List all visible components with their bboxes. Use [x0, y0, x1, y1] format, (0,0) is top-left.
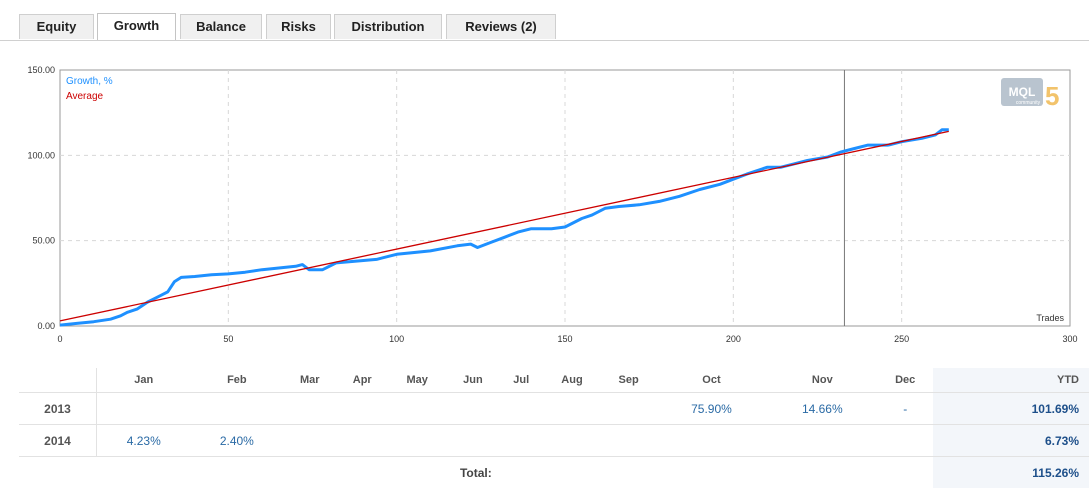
month-header: Jun [446, 368, 500, 393]
y-tick-label: 0.00 [37, 321, 55, 331]
y-tick-label: 100.00 [27, 150, 55, 160]
tab-reviews[interactable]: Reviews (2) [446, 14, 556, 39]
tab-distribution[interactable]: Distribution [334, 14, 442, 39]
month-value [96, 392, 191, 425]
table-header-row: Jan Feb Mar Apr May Jun Jul Aug Sep Oct … [19, 368, 1089, 393]
month-header: May [388, 368, 447, 393]
ytd-value: 101.69% [932, 392, 1089, 425]
month-header: Apr [336, 368, 389, 393]
month-value [336, 424, 389, 457]
month-value [877, 424, 933, 457]
x-axis-label: Trades [1036, 313, 1064, 323]
month-header: Dec [877, 368, 933, 393]
legend-growth: Growth, % [66, 76, 113, 87]
svg-text:MQL: MQL [1009, 85, 1036, 99]
x-tick-label: 50 [223, 334, 233, 344]
tab-balance[interactable]: Balance [180, 14, 262, 39]
x-tick-label: 100 [389, 334, 404, 344]
monthly-growth-table: Jan Feb Mar Apr May Jun Jul Aug Sep Oct … [19, 368, 1089, 488]
month-header: Oct [656, 368, 767, 393]
year-cell: 2014 [19, 424, 97, 457]
tab-equity[interactable]: Equity [19, 14, 94, 39]
tab-risks[interactable]: Risks [266, 14, 331, 39]
total-value: 115.26% [932, 456, 1089, 488]
x-tick-label: 150 [557, 334, 572, 344]
month-header: Sep [601, 368, 657, 393]
legend-average: Average [66, 91, 104, 102]
year-cell: 2013 [19, 392, 97, 425]
ytd-value: 6.73% [932, 424, 1089, 457]
y-axis-ticks: 0.00 50.00 100.00 150.00 [27, 65, 55, 331]
x-tick-label: 200 [726, 334, 741, 344]
month-value: 2.40% [190, 424, 284, 457]
growth-chart: 0 50 100 150 200 250 300 0.00 50.00 100.00 150.00… [27, 65, 1077, 344]
y-tick-label: 50.00 [32, 236, 55, 246]
month-value: 4.23% [96, 424, 191, 457]
x-axis-ticks: 0 50 100 150 200 250 300 [57, 334, 1077, 344]
x-tick-label: 300 [1062, 334, 1077, 344]
month-value [336, 392, 389, 425]
month-value [446, 392, 500, 425]
month-value [283, 392, 337, 425]
svg-text:community: community [1016, 100, 1041, 106]
month-value [499, 424, 543, 457]
month-value: - [877, 392, 933, 425]
month-value [542, 392, 602, 425]
month-value [388, 424, 447, 457]
month-header: Mar [283, 368, 337, 393]
table-row: 2013 75.90% 14.66% - 101.69% [19, 392, 1089, 425]
tab-growth[interactable]: Growth [97, 13, 176, 40]
month-value [601, 424, 657, 457]
x-tick-label: 250 [894, 334, 909, 344]
table-row: 2014 4.23% 2.40% 6.73% [19, 424, 1089, 457]
month-value [766, 424, 878, 457]
y-tick-label: 150.00 [27, 65, 55, 75]
month-value: 75.90% [656, 392, 767, 425]
month-value [499, 392, 543, 425]
total-row: Total: 115.26% [19, 456, 1089, 488]
x-tick-label: 0 [57, 334, 62, 344]
month-value [283, 424, 337, 457]
month-value: 14.66% [766, 392, 878, 425]
svg-text:5: 5 [1045, 81, 1059, 111]
month-value [190, 392, 284, 425]
ytd-header: YTD [932, 368, 1089, 393]
month-header: Aug [542, 368, 602, 393]
month-header: Nov [766, 368, 878, 393]
month-header: Feb [190, 368, 284, 393]
month-value [656, 424, 767, 457]
tab-bar: Equity Growth Balance Risks Distribution… [0, 0, 1089, 41]
month-value [388, 392, 447, 425]
year-header-cell [19, 368, 97, 393]
month-value [601, 392, 657, 425]
month-value [446, 424, 500, 457]
total-label: Total: [459, 465, 492, 480]
month-header: Jan [96, 368, 191, 393]
month-header: Jul [499, 368, 543, 393]
month-value [542, 424, 602, 457]
